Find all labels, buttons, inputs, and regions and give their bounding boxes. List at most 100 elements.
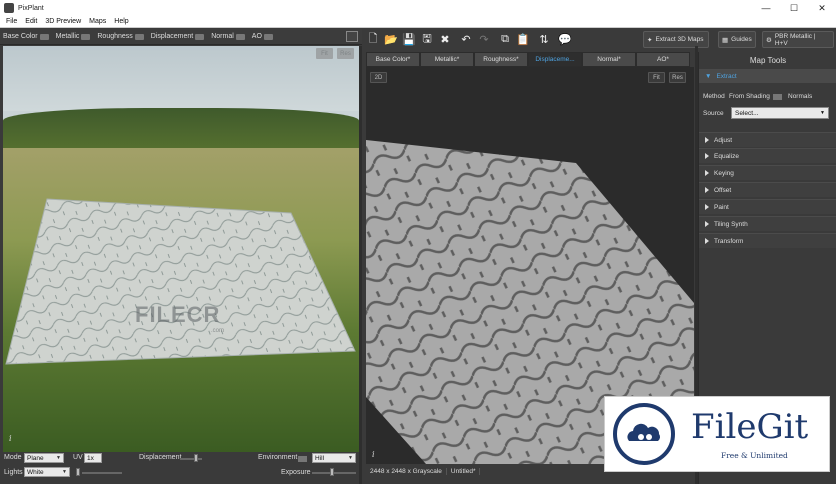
3d-viewport[interactable]: FILECR .com Fit Res i (3, 46, 359, 452)
toggle-normal[interactable]: Normal (211, 33, 245, 40)
textured-plane (5, 198, 356, 365)
res-button[interactable]: Res (337, 48, 354, 59)
fit-button[interactable]: Fit (316, 48, 333, 59)
toggle-roughness[interactable]: Roughness (97, 33, 144, 40)
exposure-slider[interactable] (312, 472, 356, 474)
2d-toggle-button[interactable]: 2D (370, 72, 387, 83)
tab-ao[interactable]: AO* (636, 52, 690, 67)
toggle-switch[interactable] (81, 33, 91, 40)
toggle-switch[interactable] (134, 33, 144, 40)
menu-edit[interactable]: Edit (25, 18, 37, 25)
exposure-slider-handle[interactable] (330, 468, 334, 476)
toggle-label: Roughness (97, 33, 133, 40)
3d-controls: Mode Plane ▼ UV 1x Displacement Environme… (0, 452, 362, 484)
method-from-shading[interactable]: From Shading (729, 93, 770, 100)
close-file-icon[interactable]: ✖ (437, 31, 453, 47)
toggle-switch[interactable] (263, 33, 273, 40)
section-transform[interactable]: Transform (699, 233, 836, 248)
paste-icon[interactable]: 📋 (515, 31, 531, 47)
extract-label: Extract 3D Maps (655, 36, 704, 43)
menu-maps[interactable]: Maps (89, 18, 106, 25)
section-label: Tiling Synth (714, 220, 748, 228)
tab-roughness[interactable]: Roughness* (474, 52, 528, 67)
uv-label: UV (73, 454, 83, 461)
mode-select[interactable]: Plane ▼ (24, 453, 64, 463)
toggle-switch[interactable] (39, 33, 49, 40)
displacement-slider-handle[interactable] (194, 454, 198, 462)
tab-displacement[interactable]: Displaceme... (528, 52, 582, 67)
info-icon[interactable]: i (9, 434, 19, 444)
res-2d-button[interactable]: Res (669, 72, 686, 83)
panel-splitter[interactable] (359, 46, 362, 484)
menu-help[interactable]: Help (114, 18, 128, 25)
toggle-switch[interactable] (235, 33, 245, 40)
environment-select[interactable]: Hill ▼ (312, 453, 356, 463)
section-keying[interactable]: Keying (699, 165, 836, 180)
popout-icon[interactable] (346, 31, 358, 42)
channel-toggles-bar: Base Color Metallic Roughness Displaceme… (0, 29, 362, 45)
lights-select[interactable]: White ▼ (24, 467, 70, 477)
source-select[interactable]: Select... ▼ (731, 107, 829, 119)
method-toggle[interactable] (773, 94, 782, 100)
uv-value: 1x (87, 454, 94, 462)
guides-button[interactable]: ▦ Guides (718, 31, 756, 48)
chevron-down-icon: ▼ (820, 110, 825, 116)
preset-button[interactable]: ⚙ PBR Metallic | H+V (762, 31, 834, 48)
uv-select[interactable]: 1x (84, 453, 102, 463)
chevron-down-icon: ▼ (348, 455, 353, 461)
app-icon (4, 3, 14, 13)
toggle-label: Metallic (55, 33, 80, 40)
section-offset[interactable]: Offset (699, 182, 836, 197)
toggle-switch[interactable] (195, 33, 205, 40)
save-as-icon[interactable]: 🖫 (419, 31, 435, 47)
toggle-displacement[interactable]: Displacement (151, 33, 205, 40)
new-file-icon[interactable]: 🗋 (365, 31, 381, 47)
swap-icon[interactable]: ⇅ (536, 31, 552, 47)
copy-icon[interactable]: ⧉ (497, 31, 513, 47)
section-paint[interactable]: Paint (699, 199, 836, 214)
lights-slider-handle[interactable] (76, 468, 80, 476)
lights-slider[interactable] (82, 472, 122, 474)
mode-value: Plane (27, 454, 44, 462)
section-equalize[interactable]: Equalize (699, 148, 836, 163)
maximize-button[interactable]: ☐ (780, 0, 808, 16)
filegit-tagline: Free & Unlimited (721, 451, 788, 460)
minimize-button[interactable]: — (752, 0, 780, 16)
filegit-brand: FileGit (691, 407, 809, 447)
undo-icon[interactable]: ↶ (458, 31, 474, 47)
toggle-base-color[interactable]: Base Color (3, 33, 49, 40)
comment-icon[interactable]: 💬 (557, 31, 573, 47)
section-label: Paint (714, 203, 729, 211)
section-adjust[interactable]: Adjust (699, 132, 836, 147)
tab-normal[interactable]: Normal* (582, 52, 636, 67)
chevron-right-icon (705, 153, 709, 159)
exposure-label: Exposure (281, 469, 311, 476)
info-icon[interactable]: i (372, 450, 382, 460)
cloud-icon (627, 423, 660, 441)
environment-toggle[interactable] (298, 456, 307, 462)
chevron-down-icon: ▼ (62, 469, 67, 475)
section-tiling-synth[interactable]: Tiling Synth (699, 216, 836, 231)
open-folder-icon[interactable]: 📂 (383, 31, 399, 47)
extract-3d-maps-button[interactable]: ✦ Extract 3D Maps (643, 31, 709, 48)
close-button[interactable]: ✕ (808, 0, 836, 16)
environment-value: Hill (315, 454, 325, 462)
lights-value: White (27, 468, 44, 476)
tab-base-color[interactable]: Base Color* (366, 52, 420, 67)
preset-label: PBR Metallic | H+V (774, 32, 816, 47)
displacement-slider[interactable] (180, 458, 202, 460)
save-icon[interactable]: 💾 (401, 31, 417, 47)
menu-3d-preview[interactable]: 3D Preview (45, 18, 81, 25)
tab-metallic[interactable]: Metallic* (420, 52, 474, 67)
chevron-right-icon (705, 137, 709, 143)
toggle-metallic[interactable]: Metallic (56, 33, 91, 40)
window-title: PixPlant (18, 4, 44, 12)
main-toolbar: 🗋 📂 💾 🖫 ✖ ↶ ↷ ⧉ 📋 ⇅ 💬 ✦ Extract 3D Maps ▦… (362, 29, 836, 50)
redo-icon[interactable]: ↷ (476, 31, 492, 47)
toggle-ao[interactable]: AO (252, 33, 273, 40)
menu-file[interactable]: File (6, 18, 17, 25)
method-normals[interactable]: Normals (788, 93, 812, 100)
fit-2d-button[interactable]: Fit (648, 72, 665, 83)
extract-section-header[interactable]: ▼ Extract (699, 69, 836, 83)
chevron-down-icon: ▼ (705, 72, 712, 80)
